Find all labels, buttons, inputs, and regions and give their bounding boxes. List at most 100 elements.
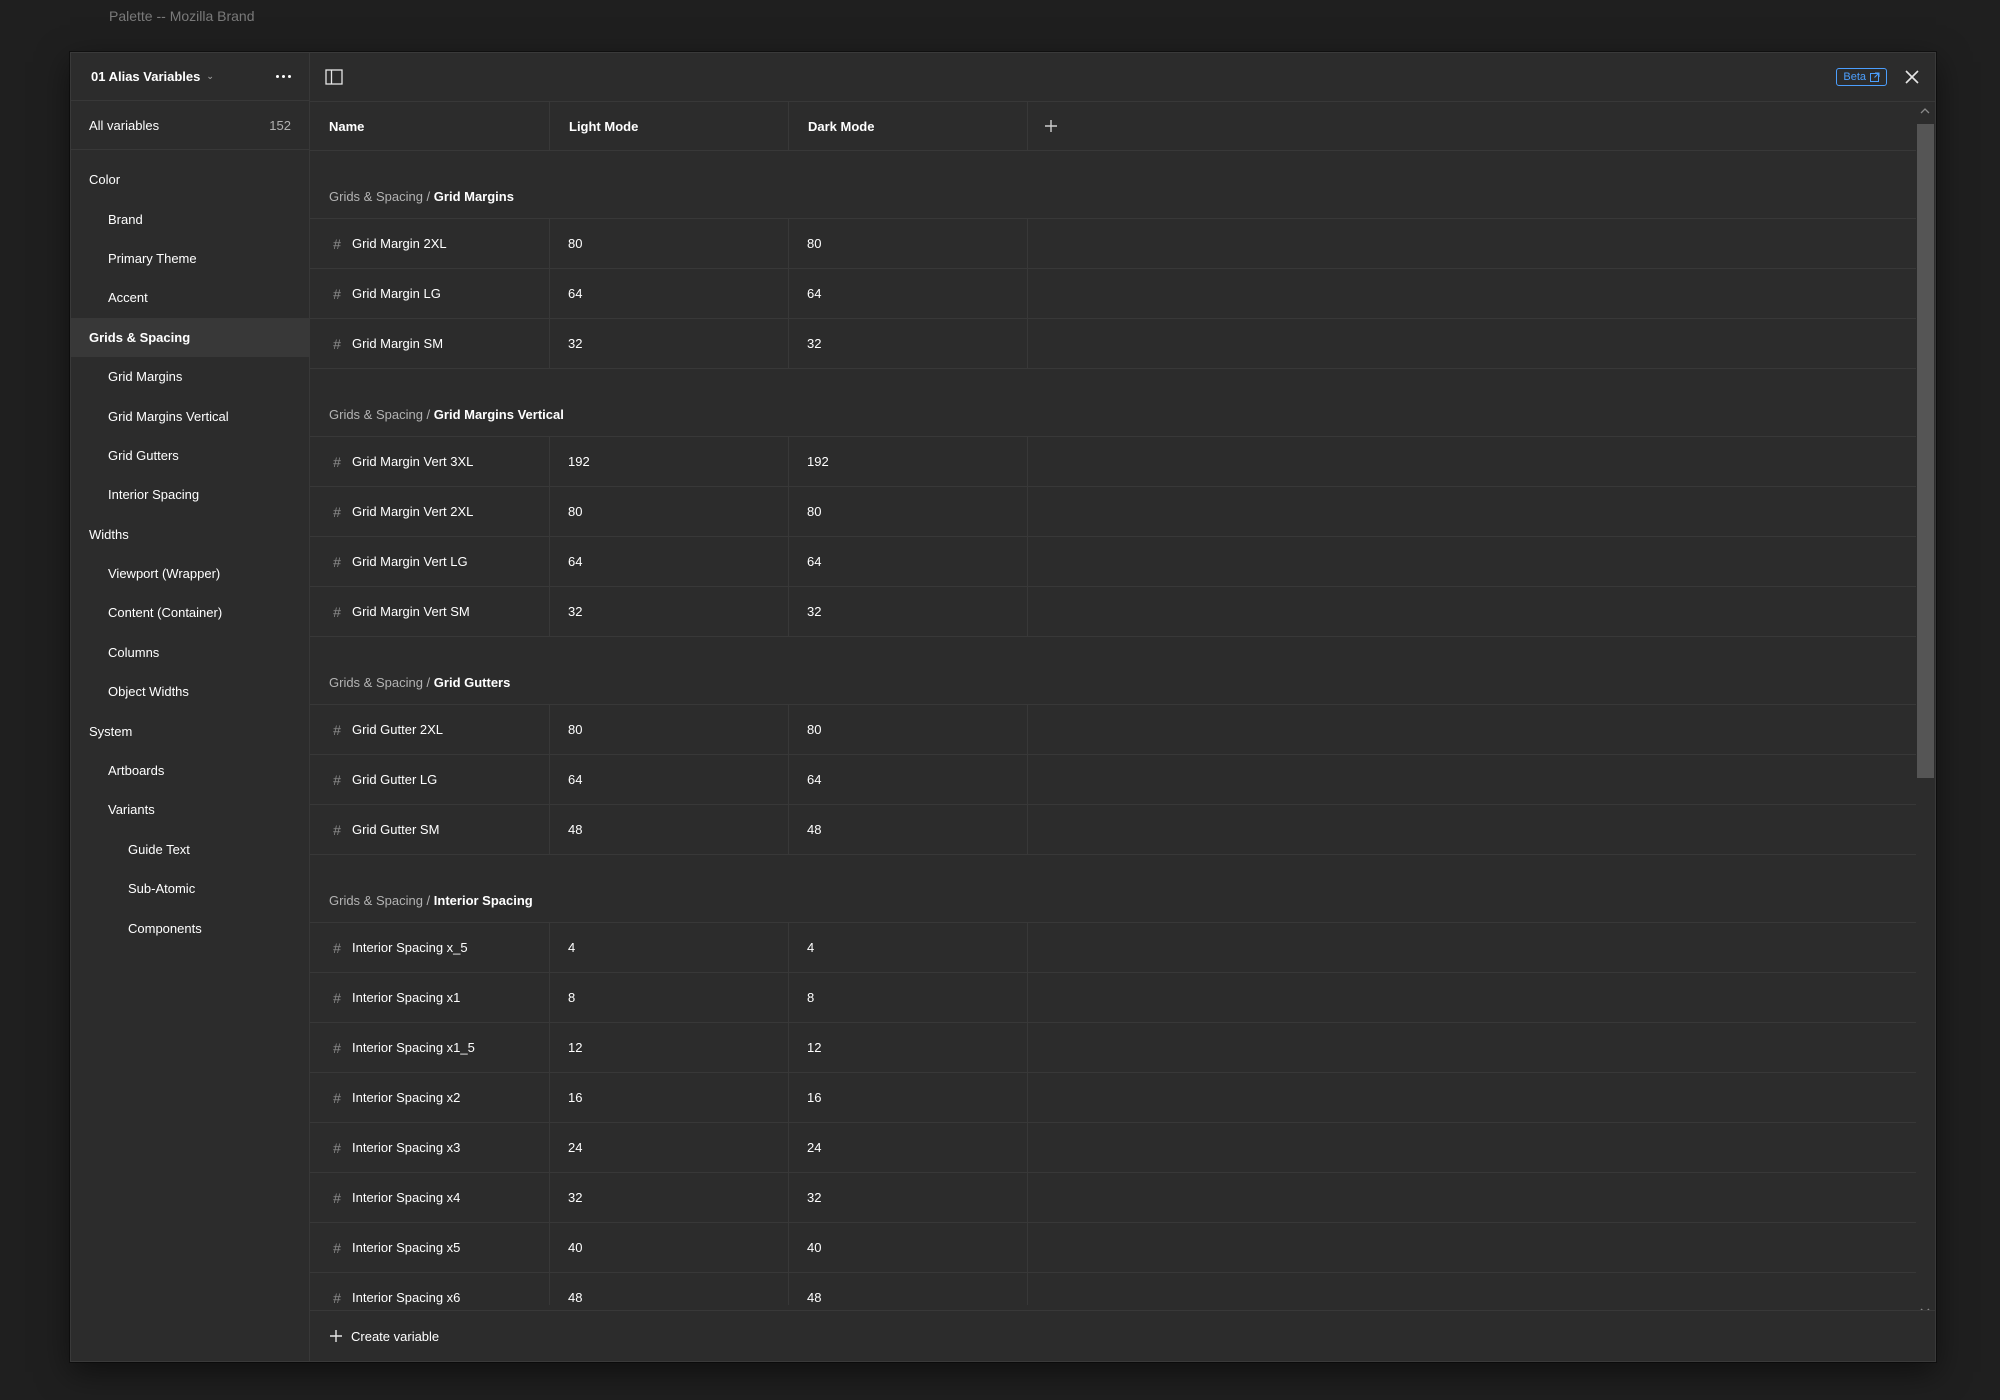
- sidebar-group-item[interactable]: Color: [71, 160, 309, 199]
- sidebar-group-item[interactable]: Accent: [71, 278, 309, 317]
- sidebar-group-item[interactable]: Object Widths: [71, 672, 309, 711]
- sidebar-group-item[interactable]: Primary Theme: [71, 239, 309, 278]
- table-row[interactable]: # Interior Spacing x1_5 12 12: [310, 1023, 1916, 1073]
- table-row[interactable]: # Grid Gutter SM 48 48: [310, 805, 1916, 855]
- variable-name-cell[interactable]: # Grid Gutter SM: [310, 805, 550, 854]
- variable-name-cell[interactable]: # Interior Spacing x1: [310, 973, 550, 1022]
- light-mode-value[interactable]: 64: [550, 755, 789, 804]
- light-mode-value[interactable]: 32: [550, 1173, 789, 1222]
- sidebar-group-item[interactable]: Grid Margins Vertical: [71, 396, 309, 435]
- variable-name-cell[interactable]: # Interior Spacing x6: [310, 1273, 550, 1305]
- table-row[interactable]: # Grid Margin Vert 2XL 80 80: [310, 487, 1916, 537]
- dark-mode-value[interactable]: 48: [789, 1273, 1028, 1305]
- light-mode-value[interactable]: 8: [550, 973, 789, 1022]
- light-mode-value[interactable]: 4: [550, 923, 789, 972]
- add-mode-button[interactable]: [1028, 102, 1058, 150]
- sidebar-group-item[interactable]: Sub-Atomic: [71, 869, 309, 908]
- dark-mode-value[interactable]: 64: [789, 269, 1028, 318]
- light-mode-value[interactable]: 80: [550, 487, 789, 536]
- table-row[interactable]: # Grid Gutter LG 64 64: [310, 755, 1916, 805]
- table-row[interactable]: # Interior Spacing x5 40 40: [310, 1223, 1916, 1273]
- light-mode-value[interactable]: 48: [550, 805, 789, 854]
- light-mode-value[interactable]: 12: [550, 1023, 789, 1072]
- dark-mode-value[interactable]: 16: [789, 1073, 1028, 1122]
- dark-mode-value[interactable]: 80: [789, 705, 1028, 754]
- column-header-light-mode[interactable]: Light Mode: [550, 102, 789, 150]
- dark-mode-value[interactable]: 32: [789, 587, 1028, 636]
- variable-name-cell[interactable]: # Grid Margin 2XL: [310, 219, 550, 268]
- table-row[interactable]: # Interior Spacing x1 8 8: [310, 973, 1916, 1023]
- light-mode-value[interactable]: 80: [550, 219, 789, 268]
- dark-mode-value[interactable]: 8: [789, 973, 1028, 1022]
- light-mode-value[interactable]: 16: [550, 1073, 789, 1122]
- light-mode-value[interactable]: 32: [550, 587, 789, 636]
- column-header-dark-mode[interactable]: Dark Mode: [789, 102, 1028, 150]
- variable-name-cell[interactable]: # Grid Margin Vert SM: [310, 587, 550, 636]
- table-row[interactable]: # Grid Margin SM 32 32: [310, 319, 1916, 369]
- table-row[interactable]: # Grid Margin Vert SM 32 32: [310, 587, 1916, 637]
- variable-name-cell[interactable]: # Interior Spacing x5: [310, 1223, 550, 1272]
- table-row[interactable]: # Grid Margin LG 64 64: [310, 269, 1916, 319]
- dark-mode-value[interactable]: 4: [789, 923, 1028, 972]
- dark-mode-value[interactable]: 24: [789, 1123, 1028, 1172]
- dark-mode-value[interactable]: 32: [789, 1173, 1028, 1222]
- sidebar-group-item[interactable]: Columns: [71, 633, 309, 672]
- dark-mode-value[interactable]: 64: [789, 755, 1028, 804]
- collection-selector[interactable]: 01 Alias Variables ⌄: [91, 69, 214, 84]
- variable-name-cell[interactable]: # Grid Margin Vert LG: [310, 537, 550, 586]
- scroll-up-icon[interactable]: [1920, 106, 1930, 116]
- variable-name-cell[interactable]: # Interior Spacing x1_5: [310, 1023, 550, 1072]
- sidebar-group-item[interactable]: Grid Gutters: [71, 436, 309, 475]
- panel-toggle-button[interactable]: [324, 67, 344, 87]
- sidebar-group-item[interactable]: Interior Spacing: [71, 475, 309, 514]
- light-mode-value[interactable]: 64: [550, 269, 789, 318]
- sidebar-group-item[interactable]: Variants: [71, 790, 309, 829]
- variable-name-cell[interactable]: # Grid Margin Vert 2XL: [310, 487, 550, 536]
- table-row[interactable]: # Grid Gutter 2XL 80 80: [310, 705, 1916, 755]
- dark-mode-value[interactable]: 48: [789, 805, 1028, 854]
- table-row[interactable]: # Grid Margin Vert LG 64 64: [310, 537, 1916, 587]
- create-variable-button[interactable]: Create variable: [329, 1329, 439, 1344]
- light-mode-value[interactable]: 40: [550, 1223, 789, 1272]
- sidebar-group-item[interactable]: Artboards: [71, 751, 309, 790]
- table-row[interactable]: # Interior Spacing x4 32 32: [310, 1173, 1916, 1223]
- close-button[interactable]: [1901, 66, 1923, 88]
- sidebar-group-item[interactable]: System: [71, 711, 309, 750]
- dark-mode-value[interactable]: 192: [789, 437, 1028, 486]
- more-options-button[interactable]: [271, 65, 295, 89]
- variable-name-cell[interactable]: # Grid Margin LG: [310, 269, 550, 318]
- dark-mode-value[interactable]: 12: [789, 1023, 1028, 1072]
- table-row[interactable]: # Grid Margin 2XL 80 80: [310, 219, 1916, 269]
- variable-name-cell[interactable]: # Interior Spacing x3: [310, 1123, 550, 1172]
- dark-mode-value[interactable]: 64: [789, 537, 1028, 586]
- all-variables-item[interactable]: All variables 152: [71, 101, 309, 150]
- variable-name-cell[interactable]: # Interior Spacing x_5: [310, 923, 550, 972]
- sidebar-group-item[interactable]: Viewport (Wrapper): [71, 554, 309, 593]
- sidebar-group-item[interactable]: Grids & Spacing: [71, 317, 309, 357]
- sidebar-group-item[interactable]: Components: [71, 908, 309, 947]
- sidebar-group-item[interactable]: Guide Text: [71, 830, 309, 869]
- vertical-scrollbar[interactable]: [1916, 102, 1934, 1356]
- column-header-name[interactable]: Name: [310, 102, 550, 150]
- variable-name-cell[interactable]: # Interior Spacing x2: [310, 1073, 550, 1122]
- scrollbar-thumb[interactable]: [1917, 124, 1934, 778]
- sidebar-group-item[interactable]: Grid Margins: [71, 357, 309, 396]
- table-row[interactable]: # Interior Spacing x6 48 48: [310, 1273, 1916, 1305]
- variable-name-cell[interactable]: # Interior Spacing x4: [310, 1173, 550, 1222]
- table-row[interactable]: # Interior Spacing x2 16 16: [310, 1073, 1916, 1123]
- dark-mode-value[interactable]: 80: [789, 487, 1028, 536]
- table-row[interactable]: # Grid Margin Vert 3XL 192 192: [310, 437, 1916, 487]
- light-mode-value[interactable]: 64: [550, 537, 789, 586]
- light-mode-value[interactable]: 24: [550, 1123, 789, 1172]
- light-mode-value[interactable]: 192: [550, 437, 789, 486]
- light-mode-value[interactable]: 32: [550, 319, 789, 368]
- table-row[interactable]: # Interior Spacing x3 24 24: [310, 1123, 1916, 1173]
- light-mode-value[interactable]: 80: [550, 705, 789, 754]
- sidebar-group-item[interactable]: Content (Container): [71, 593, 309, 632]
- dark-mode-value[interactable]: 32: [789, 319, 1028, 368]
- dark-mode-value[interactable]: 80: [789, 219, 1028, 268]
- variable-name-cell[interactable]: # Grid Margin Vert 3XL: [310, 437, 550, 486]
- sidebar-group-item[interactable]: Brand: [71, 199, 309, 238]
- variable-name-cell[interactable]: # Grid Margin SM: [310, 319, 550, 368]
- sidebar-group-item[interactable]: Widths: [71, 515, 309, 554]
